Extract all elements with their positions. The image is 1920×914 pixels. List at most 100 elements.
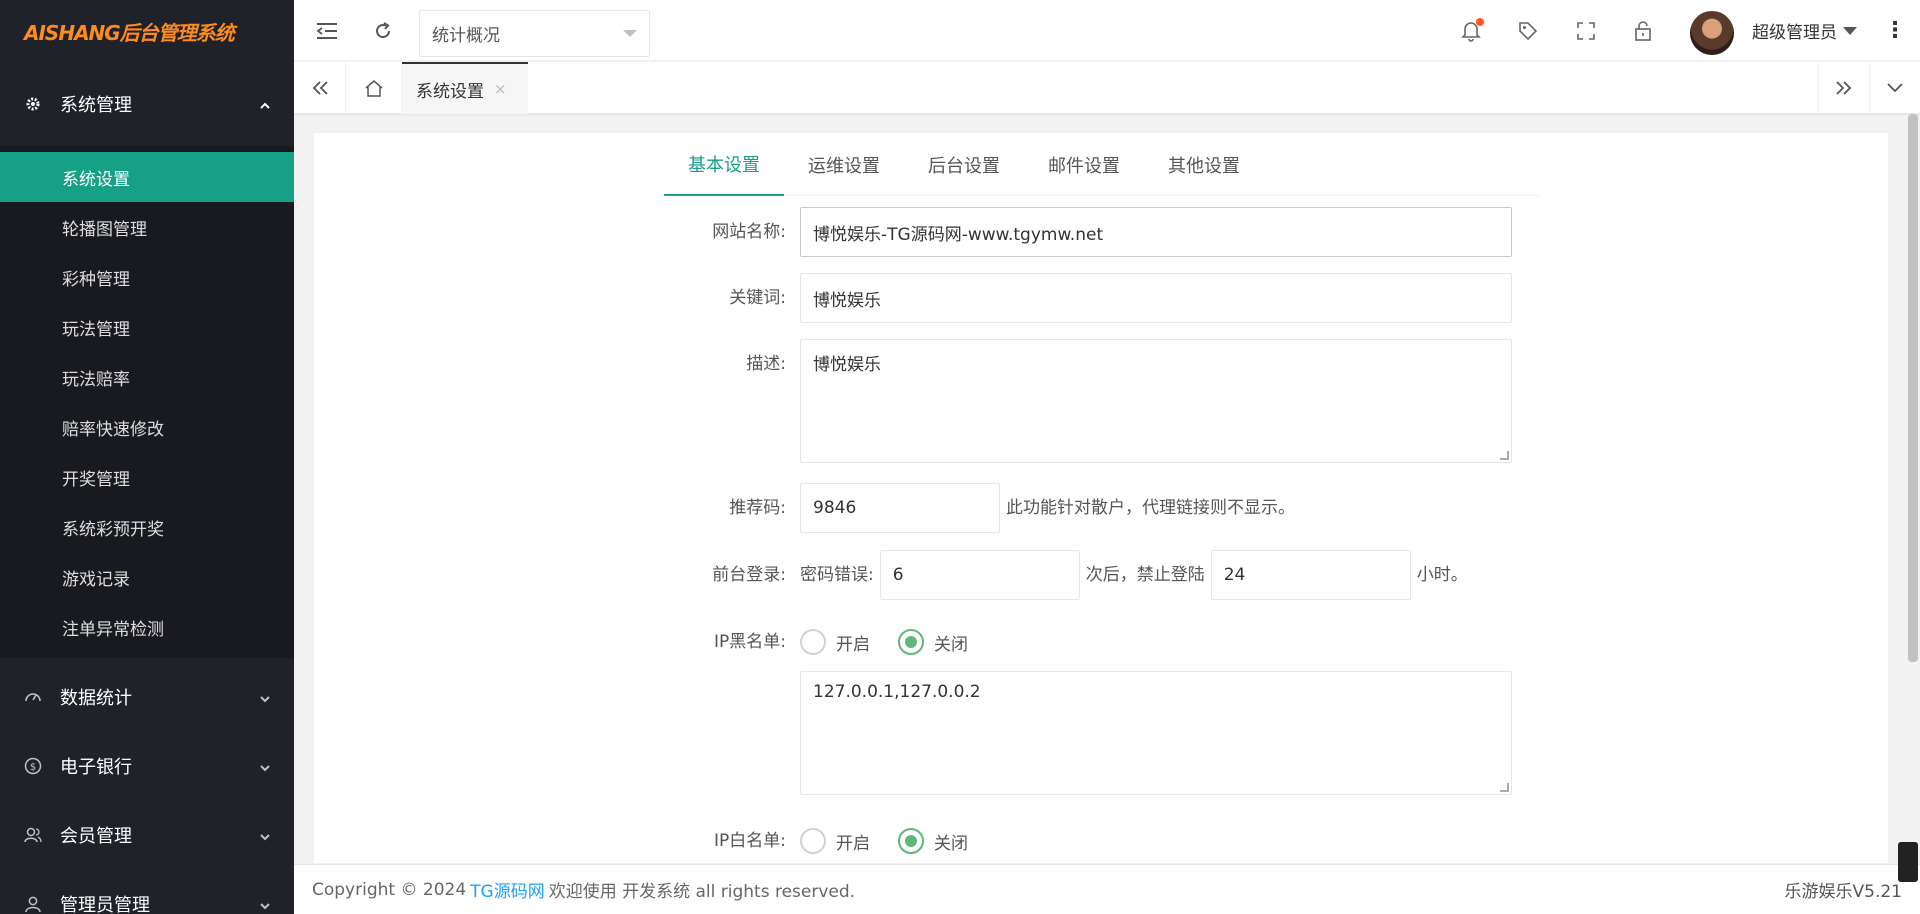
ip-blacklist-off-radio[interactable]: 关闭 xyxy=(898,617,968,667)
description-textarea[interactable]: 博悦娱乐 xyxy=(800,339,1512,463)
referral-input[interactable]: 9846 xyxy=(800,483,1000,533)
sidebar-item-bet-anomaly[interactable]: 注单异常检测 xyxy=(0,602,294,652)
ip-whitelist-label: IP白名单: xyxy=(714,831,786,851)
version-label: 乐游娱乐V5.21 xyxy=(1784,882,1902,902)
sidebar-group-bank[interactable]: $ 电子银行 xyxy=(0,731,294,800)
radio-label: 开启 xyxy=(836,634,870,655)
sidebar-group-admins[interactable]: 管理员管理 xyxy=(0,869,294,914)
sidebar: AISHANG后台管理系统 系统管理 系统设置 轮播图管理 彩种管理 玩法管理 … xyxy=(0,0,294,914)
tab-label: 系统设置 xyxy=(416,81,484,102)
referral-row: 推荐码: 9846 此功能针对散户，代理链接则不显示。 xyxy=(664,483,1301,533)
chevron-down-icon xyxy=(258,897,272,911)
tabs-scroll-right-icon[interactable] xyxy=(1818,62,1870,114)
sidebar-item-lottery-types[interactable]: 彩种管理 xyxy=(0,252,294,302)
lock-icon[interactable] xyxy=(1630,18,1656,44)
overview-select[interactable]: 统计概况 xyxy=(419,10,650,57)
tab-other-settings[interactable]: 其他设置 xyxy=(1144,133,1264,196)
sidebar-item-carousel[interactable]: 轮播图管理 xyxy=(0,202,294,252)
sidebar-group-label: 会员管理 xyxy=(60,825,132,847)
notification-dot xyxy=(1476,18,1484,26)
footer-link[interactable]: TG源码网 xyxy=(470,877,545,902)
sidebar-item-pre-draw[interactable]: 系统彩预开奖 xyxy=(0,502,294,552)
site-name-input[interactable]: 博悦娱乐-TG源码网-www.tgymw.net xyxy=(800,207,1512,257)
radio-circle[interactable] xyxy=(800,828,826,854)
ip-whitelist-on-radio[interactable]: 开启 xyxy=(800,816,870,863)
sidebar-item-draw-management[interactable]: 开奖管理 xyxy=(0,452,294,502)
settings-tabs: 基本设置 运维设置 后台设置 邮件设置 其他设置 xyxy=(664,133,1540,196)
sidebar-item-game-records[interactable]: 游戏记录 xyxy=(0,552,294,602)
description-row: 描述: 博悦娱乐 xyxy=(664,339,1512,463)
tab-system-settings[interactable]: 系统设置 × xyxy=(402,62,528,114)
floating-widget[interactable] xyxy=(1898,842,1918,882)
gear-icon xyxy=(24,95,42,113)
sidebar-item-play-methods[interactable]: 玩法管理 xyxy=(0,302,294,352)
login-row: 前台登录: 密码错误: 6 次后，禁止登陆 24 小时。 xyxy=(664,550,1474,600)
refresh-icon[interactable] xyxy=(370,18,396,44)
ip-blacklist-label: IP黑名单: xyxy=(714,632,786,652)
ip-blacklist-textarea[interactable]: 127.0.0.1,127.0.0.2 xyxy=(800,671,1512,795)
tab-backend-settings[interactable]: 后台设置 xyxy=(904,133,1024,196)
home-icon[interactable] xyxy=(346,62,402,114)
tabs-scroll-left-icon[interactable] xyxy=(294,62,346,114)
app-logo: AISHANG后台管理系统 xyxy=(0,0,294,62)
chevron-down-icon xyxy=(258,690,272,704)
close-icon[interactable]: × xyxy=(494,80,507,98)
login-pwd-label: 密码错误: xyxy=(800,565,874,585)
tab-ops-settings[interactable]: 运维设置 xyxy=(784,133,904,196)
dollar-icon: $ xyxy=(24,757,42,775)
caret-down-icon xyxy=(1843,26,1857,35)
radio-circle-checked[interactable] xyxy=(898,828,924,854)
avatar[interactable] xyxy=(1690,11,1734,55)
referral-label: 推荐码: xyxy=(729,498,786,518)
tabs-dropdown-icon[interactable] xyxy=(1870,62,1920,114)
user-menu[interactable]: 超级管理员 xyxy=(1752,18,1857,43)
resize-handle-icon[interactable] xyxy=(1500,451,1509,460)
submenu-system: 系统设置 轮播图管理 彩种管理 玩法管理 玩法赔率 赔率快速修改 开奖管理 系统… xyxy=(0,146,294,658)
tab-basic-settings[interactable]: 基本设置 xyxy=(664,133,784,196)
ip-blacklist-textarea-row: 127.0.0.1,127.0.0.2 xyxy=(664,671,1512,795)
copyright-text: Copyright © 2024 xyxy=(312,879,467,900)
description-label: 描述: xyxy=(746,354,786,374)
ip-blacklist-row: IP黑名单: 开启 关闭 xyxy=(664,617,996,667)
dashboard-icon xyxy=(24,688,42,706)
login-label: 前台登录: xyxy=(712,565,786,585)
fullscreen-icon[interactable] xyxy=(1573,18,1599,44)
radio-label: 关闭 xyxy=(934,634,968,655)
radio-label: 关闭 xyxy=(934,833,968,854)
sidebar-item-system-settings[interactable]: 系统设置 xyxy=(0,152,294,202)
sidebar-item-odds-quick-edit[interactable]: 赔率快速修改 xyxy=(0,402,294,452)
chevron-down-icon xyxy=(258,759,272,773)
site-name-row: 网站名称: 博悦娱乐-TG源码网-www.tgymw.net xyxy=(664,207,1512,257)
page-scrollbar[interactable] xyxy=(1908,114,1918,662)
ip-whitelist-off-radio[interactable]: 关闭 xyxy=(898,816,968,863)
tab-mail-settings[interactable]: 邮件设置 xyxy=(1024,133,1144,196)
sidebar-group-label: 管理员管理 xyxy=(60,894,150,914)
user-icon xyxy=(24,895,42,913)
keywords-label: 关键词: xyxy=(729,288,786,308)
login-ban-hours-input[interactable]: 24 xyxy=(1210,550,1411,600)
bell-icon[interactable] xyxy=(1458,18,1484,44)
radio-circle-checked[interactable] xyxy=(898,629,924,655)
resize-handle-icon[interactable] xyxy=(1500,783,1509,792)
radio-circle[interactable] xyxy=(800,629,826,655)
login-pwd-errors-input[interactable]: 6 xyxy=(879,550,1080,600)
sidebar-item-odds[interactable]: 玩法赔率 xyxy=(0,352,294,402)
sidebar-group-stats[interactable]: 数据统计 xyxy=(0,662,294,731)
chevron-up-icon xyxy=(258,97,272,111)
chevron-down-icon xyxy=(623,30,637,37)
sidebar-group-system[interactable]: 系统管理 xyxy=(0,62,294,146)
sidebar-group-members[interactable]: 会员管理 xyxy=(0,800,294,869)
page-tabs-bar: 系统设置 × xyxy=(294,62,1920,114)
login-mid-text: 次后，禁止登陆 xyxy=(1085,565,1205,585)
sidebar-group-label: 系统管理 xyxy=(60,95,132,116)
users-icon xyxy=(24,826,42,844)
menu-collapse-icon[interactable] xyxy=(314,18,340,44)
footer: Copyright © 2024 TG源码网 欢迎使用 开发系统 all rig… xyxy=(294,864,1920,914)
sidebar-group-label: 数据统计 xyxy=(60,687,132,709)
sidebar-group-label: 电子银行 xyxy=(60,756,132,778)
overview-select-value: 统计概况 xyxy=(432,26,500,46)
keywords-input[interactable]: 博悦娱乐 xyxy=(800,273,1512,323)
tag-icon[interactable] xyxy=(1515,18,1541,44)
ip-blacklist-on-radio[interactable]: 开启 xyxy=(800,617,870,667)
more-options-icon[interactable]: ⋮ xyxy=(1884,18,1906,43)
